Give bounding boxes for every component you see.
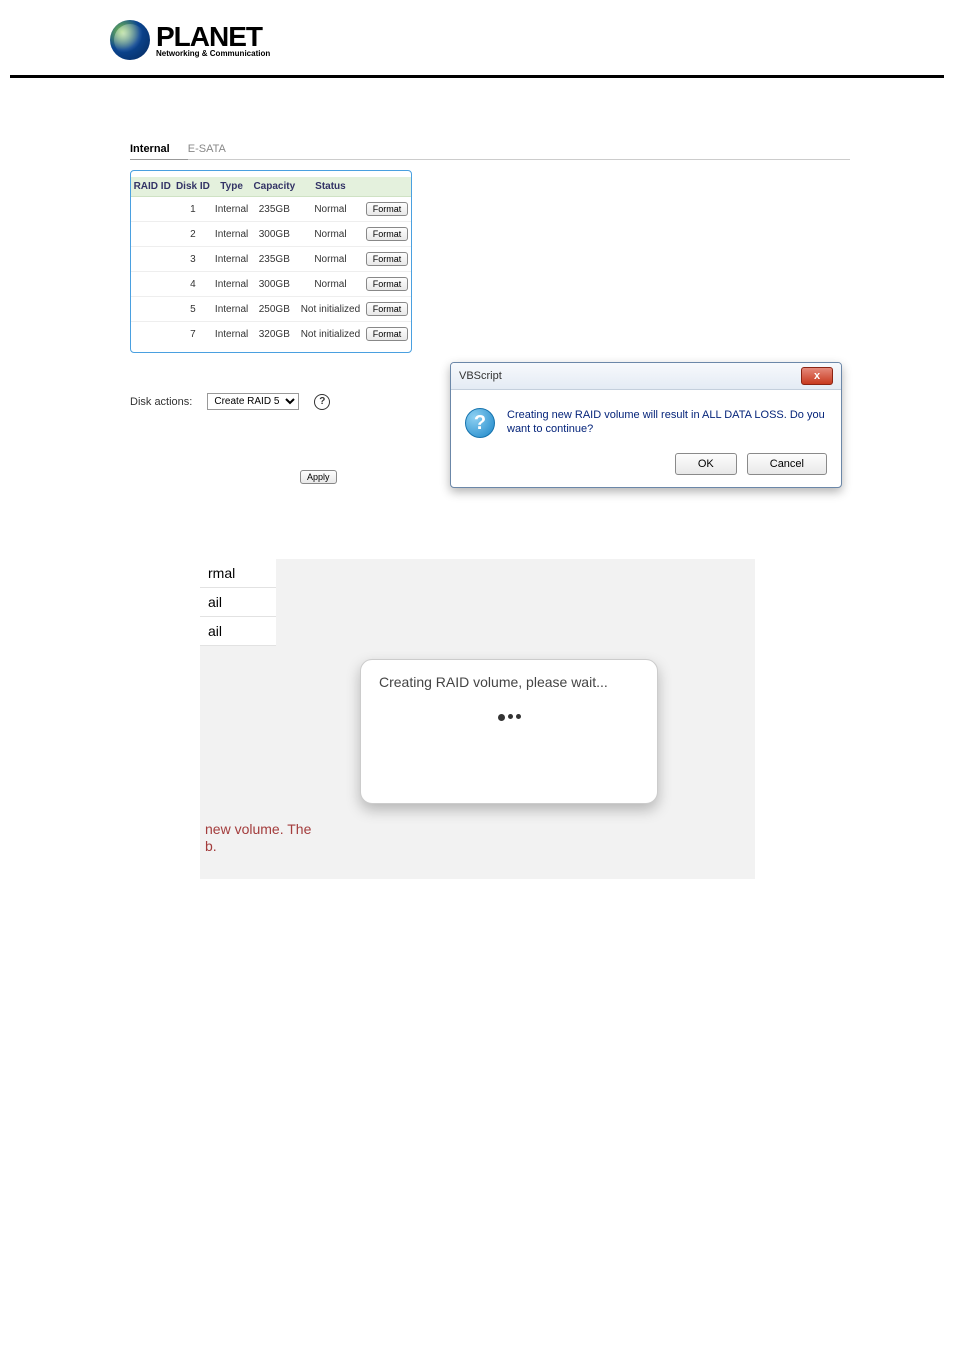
- cell-raid-id: [131, 222, 173, 247]
- progress-message: Creating RAID volume, please wait...: [379, 674, 639, 690]
- cell-type: Internal: [212, 322, 250, 347]
- status-cell-fragment: ail: [200, 588, 276, 617]
- cell-status: Normal: [298, 222, 363, 247]
- brand-name: PLANET: [156, 23, 270, 51]
- ok-button[interactable]: OK: [675, 453, 737, 475]
- cell-capacity: 320GB: [251, 322, 298, 347]
- cell-status: Not initialized: [298, 297, 363, 322]
- cell-raid-id: [131, 297, 173, 322]
- table-row: 4Internal300GBNormalFormat: [131, 272, 411, 297]
- table-row: 1Internal235GBNormalFormat: [131, 197, 411, 222]
- cell-status: Normal: [298, 197, 363, 222]
- col-disk-id: Disk ID: [173, 177, 212, 197]
- header: PLANET Networking & Communication: [10, 0, 944, 78]
- apply-button[interactable]: Apply: [300, 470, 337, 484]
- cell-capacity: 300GB: [251, 222, 298, 247]
- cell-status: Not initialized: [298, 322, 363, 347]
- format-button[interactable]: Format: [366, 202, 409, 216]
- vbscript-dialog: VBScript x ? Creating new RAID volume wi…: [450, 362, 842, 488]
- cell-disk-id: 3: [173, 247, 212, 272]
- brand-subtitle: Networking & Communication: [156, 49, 270, 58]
- table-row: 7Internal320GBNot initializedFormat: [131, 322, 411, 347]
- format-button[interactable]: Format: [366, 277, 409, 291]
- col-action: [363, 177, 411, 197]
- disk-table-panel: RAID ID Disk ID Type Capacity Status 1In…: [130, 170, 412, 353]
- help-icon[interactable]: ?: [314, 394, 330, 410]
- cell-raid-id: [131, 272, 173, 297]
- disk-table: RAID ID Disk ID Type Capacity Status 1In…: [131, 177, 411, 346]
- cell-capacity: 250GB: [251, 297, 298, 322]
- tab-internal[interactable]: Internal: [130, 143, 170, 155]
- disk-actions-label: Disk actions:: [130, 396, 192, 408]
- col-type: Type: [212, 177, 250, 197]
- status-cell-fragment: rmal: [200, 559, 276, 588]
- col-capacity: Capacity: [251, 177, 298, 197]
- cell-disk-id: 7: [173, 322, 212, 347]
- table-row: 3Internal235GBNormalFormat: [131, 247, 411, 272]
- cell-capacity: 235GB: [251, 197, 298, 222]
- close-icon[interactable]: x: [801, 367, 833, 385]
- cell-raid-id: [131, 322, 173, 347]
- warning-text-fragment: new volume. The b.: [205, 821, 311, 855]
- progress-snippet: rmal ail ail Creating RAID volume, pleas…: [200, 559, 755, 879]
- logo-icon: [110, 20, 150, 60]
- table-row: 5Internal250GBNot initializedFormat: [131, 297, 411, 322]
- tabs: Internal E-SATA: [130, 143, 954, 160]
- disk-actions-select[interactable]: Create RAID 5: [207, 393, 299, 410]
- format-button[interactable]: Format: [366, 227, 409, 241]
- question-icon: ?: [465, 408, 495, 438]
- cell-raid-id: [131, 197, 173, 222]
- cancel-button[interactable]: Cancel: [747, 453, 827, 475]
- cell-type: Internal: [212, 222, 250, 247]
- cell-type: Internal: [212, 247, 250, 272]
- cell-status: Normal: [298, 272, 363, 297]
- table-row: 2Internal300GBNormalFormat: [131, 222, 411, 247]
- cell-disk-id: 5: [173, 297, 212, 322]
- format-button[interactable]: Format: [366, 302, 409, 316]
- cell-status: Normal: [298, 247, 363, 272]
- cell-disk-id: 1: [173, 197, 212, 222]
- cell-capacity: 235GB: [251, 247, 298, 272]
- cell-raid-id: [131, 247, 173, 272]
- cell-disk-id: 4: [173, 272, 212, 297]
- format-button[interactable]: Format: [366, 252, 409, 266]
- cell-type: Internal: [212, 197, 250, 222]
- tab-esata[interactable]: E-SATA: [188, 143, 226, 155]
- col-status: Status: [298, 177, 363, 197]
- status-cell-fragment: ail: [200, 617, 276, 646]
- dialog-message: Creating new RAID volume will result in …: [507, 408, 827, 438]
- cell-type: Internal: [212, 272, 250, 297]
- spinner-icon: [379, 714, 639, 721]
- col-raid-id: RAID ID: [131, 177, 173, 197]
- cell-disk-id: 2: [173, 222, 212, 247]
- cell-capacity: 300GB: [251, 272, 298, 297]
- progress-modal: Creating RAID volume, please wait...: [360, 659, 658, 804]
- dialog-title: VBScript: [459, 370, 502, 382]
- format-button[interactable]: Format: [366, 327, 409, 341]
- cell-type: Internal: [212, 297, 250, 322]
